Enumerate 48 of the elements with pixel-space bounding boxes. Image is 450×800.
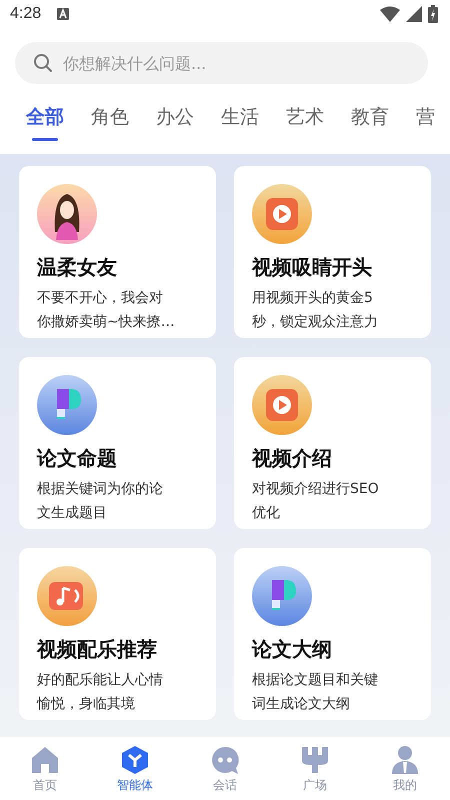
agent-card[interactable]: 视频吸睛开头 用视频开头的黄金5秒，锁定观众注意力 [234,166,431,338]
document-icon [252,566,312,626]
cube-icon [120,745,150,775]
chat-bubble-icon [210,745,240,775]
battery-icon [428,5,438,23]
nav-item[interactable]: 智能体 [90,737,180,800]
card-description: 根据关键词为你的论文生成题目 [37,480,164,523]
category-tab[interactable]: 角色 [91,102,129,132]
user-icon [390,745,420,775]
home-icon [30,745,60,775]
card-title: 视频介绍 [252,445,333,472]
wifi-icon [380,6,400,22]
card-title: 论文大纲 [252,636,333,663]
video-play-icon [252,184,312,244]
category-tab[interactable]: 全部 [26,102,64,141]
category-tab[interactable]: 艺术 [286,102,324,132]
card-description: 不要不开心，我会对你撒娇卖萌~快来撩… [37,289,176,332]
card-description: 对视频介绍进行SEO优化 [252,480,380,523]
signal-icon [406,6,422,22]
card-title: 论文命题 [37,445,118,472]
search-icon [33,53,53,73]
agent-card[interactable]: 视频配乐推荐 好的配乐能让人心情愉悦，身临其境 [19,548,216,720]
category-tab[interactable]: 教育 [351,102,389,132]
card-description: 好的配乐能让人心情愉悦，身临其境 [37,671,164,714]
document-icon [37,375,97,435]
music-note-icon [37,566,97,626]
nav-item[interactable]: 首页 [0,737,90,800]
status-time: 4:28 [10,5,42,23]
search-field[interactable]: 你想解决什么问题... [15,42,428,84]
notification-icon [57,8,70,20]
avatar-icon [37,184,97,244]
agent-card[interactable]: 视频介绍 对视频介绍进行SEO优化 [234,357,431,529]
agent-card[interactable]: 温柔女友 不要不开心，我会对你撒娇卖萌~快来撩… [19,166,216,338]
card-title: 视频吸睛开头 [252,254,373,281]
card-title: 温柔女友 [37,254,118,281]
card-description: 根据论文题目和关键词生成论文大纲 [252,671,379,714]
category-tab[interactable]: 营 [416,102,435,132]
agent-card[interactable]: 论文命题 根据关键词为你的论文生成题目 [19,357,216,529]
video-play-icon [252,375,312,435]
card-title: 视频配乐推荐 [37,636,158,663]
category-tab[interactable]: 生活 [221,102,259,132]
category-tab[interactable]: 办公 [156,102,194,132]
nav-item[interactable]: 我的 [360,737,450,800]
card-description: 用视频开头的黄金5秒，锁定观众注意力 [252,289,379,332]
nav-item[interactable]: 会话 [180,737,270,800]
fork-icon [300,745,330,775]
nav-item[interactable]: 广场 [270,737,360,800]
agent-card[interactable]: 论文大纲 根据论文题目和关键词生成论文大纲 [234,548,431,720]
